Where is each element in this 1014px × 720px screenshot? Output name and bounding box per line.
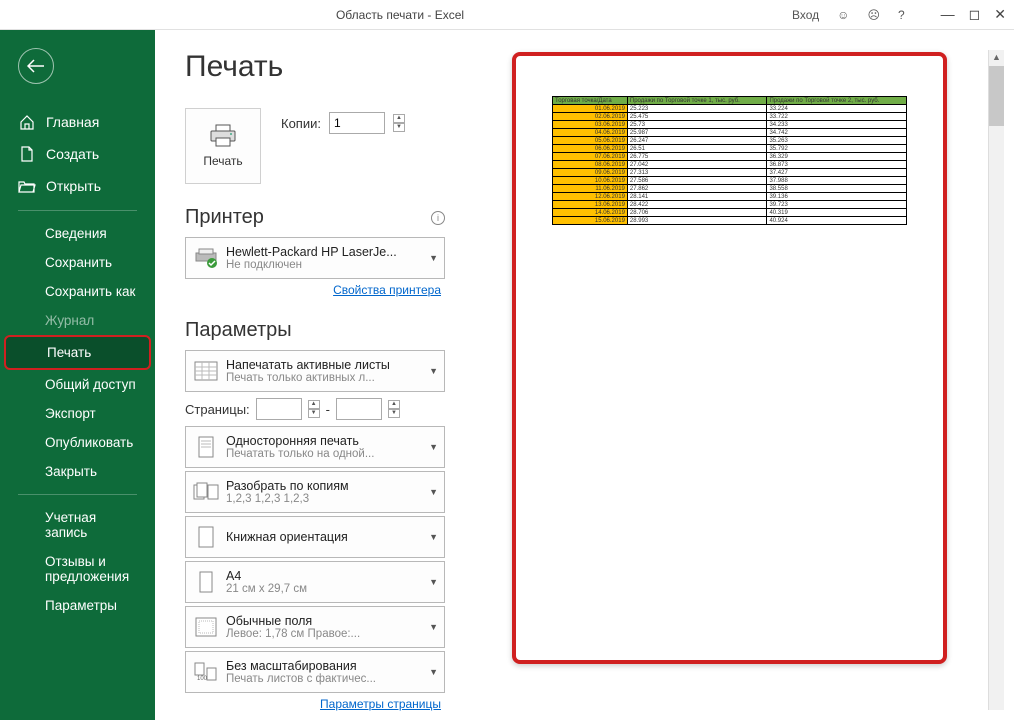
- separator: [18, 210, 137, 211]
- content: Печать Печать Копии: ▲▼: [155, 30, 1014, 720]
- sidebar-item-feedback[interactable]: Отзывы и предложения: [0, 547, 155, 591]
- preview-table: Торговая точка/ДатаПродажи по Торговой т…: [552, 96, 907, 225]
- svg-text:100: 100: [197, 676, 208, 682]
- scroll-thumb[interactable]: [989, 66, 1004, 126]
- copies-input[interactable]: [329, 112, 385, 134]
- sidebar-item-close[interactable]: Закрыть: [0, 457, 155, 486]
- login-link[interactable]: Вход: [792, 8, 819, 22]
- sidebar-item-account[interactable]: Учетная запись: [0, 503, 155, 547]
- titlebar: Область печати - Excel Вход ☺ ☹ ? ― ◻ ✕: [0, 0, 1014, 30]
- duplex-dropdown[interactable]: Односторонняя печать Печатать только на …: [185, 426, 445, 468]
- margins-dropdown[interactable]: Обычные поля Левое: 1,78 см Правое:... ▼: [185, 606, 445, 648]
- margins-icon: [192, 617, 220, 637]
- print-button[interactable]: Печать: [185, 108, 261, 184]
- happy-icon[interactable]: ☺: [837, 8, 849, 22]
- page-from-spinner[interactable]: ▲▼: [308, 400, 320, 418]
- print-range-dropdown[interactable]: Напечатать активные листы Печать только …: [185, 350, 445, 392]
- chevron-down-icon: ▼: [429, 622, 438, 632]
- sidebar-label: Главная: [46, 114, 99, 130]
- chevron-down-icon: ▼: [429, 366, 438, 376]
- printer-properties-link[interactable]: Свойства принтера: [185, 283, 441, 297]
- chevron-down-icon: ▼: [429, 253, 438, 263]
- printer-name: Hewlett-Packard HP LaserJe...: [226, 245, 425, 259]
- sidebar-label: Создать: [46, 146, 99, 162]
- sidebar-item-save[interactable]: Сохранить: [0, 248, 155, 277]
- copies-label: Копии:: [281, 116, 321, 131]
- back-button[interactable]: [18, 48, 54, 84]
- print-settings-column: Печать Печать Копии: ▲▼: [185, 50, 445, 710]
- sheets-icon: [192, 361, 220, 381]
- print-preview: Торговая точка/ДатаПродажи по Торговой т…: [512, 52, 947, 664]
- printer-dropdown[interactable]: Hewlett-Packard HP LaserJe... Не подключ…: [185, 237, 445, 279]
- chevron-down-icon: ▼: [429, 577, 438, 587]
- chevron-down-icon: ▼: [429, 532, 438, 542]
- maximize-button[interactable]: ◻: [969, 6, 981, 23]
- sidebar-item-home[interactable]: Главная: [0, 106, 155, 138]
- sidebar-item-export[interactable]: Экспорт: [0, 399, 155, 428]
- page-from-input[interactable]: [256, 398, 302, 420]
- copies-spinner[interactable]: ▲▼: [393, 114, 405, 132]
- scaling-dropdown[interactable]: 100 Без масштабирования Печать листов с …: [185, 651, 445, 693]
- print-button-label: Печать: [203, 154, 242, 168]
- sad-icon[interactable]: ☹: [867, 8, 880, 22]
- pages-label: Страницы:: [185, 402, 250, 417]
- collate-icon: [192, 482, 220, 502]
- printer-status: Не подключен: [226, 259, 425, 271]
- page-title: Печать: [185, 50, 445, 84]
- info-icon[interactable]: i: [431, 211, 445, 225]
- sidebar-item-info[interactable]: Сведения: [0, 219, 155, 248]
- sidebar-item-print[interactable]: Печать: [4, 335, 151, 370]
- sidebar-label: Открыть: [46, 178, 101, 194]
- sidebar-item-create[interactable]: Создать: [0, 138, 155, 170]
- folder-open-icon: [18, 179, 36, 193]
- preview-area: Торговая точка/ДатаПродажи по Торговой т…: [455, 50, 1004, 710]
- chevron-down-icon: ▼: [429, 442, 438, 452]
- page-single-icon: [192, 436, 220, 458]
- printer-section-title: Принтер: [185, 206, 264, 229]
- minimize-button[interactable]: ―: [941, 6, 955, 23]
- document-icon: [18, 146, 36, 162]
- sidebar: Главная Создать Открыть Сведения Сохрани…: [0, 30, 155, 720]
- home-icon: [18, 114, 36, 130]
- scroll-up-icon[interactable]: ▲: [989, 50, 1004, 64]
- printer-icon: [209, 124, 237, 148]
- page-to-input[interactable]: [336, 398, 382, 420]
- close-button[interactable]: ✕: [994, 6, 1006, 23]
- scale-icon: 100: [192, 662, 220, 682]
- collate-dropdown[interactable]: Разобрать по копиям 1,2,3 1,2,3 1,2,3 ▼: [185, 471, 445, 513]
- help-icon[interactable]: ?: [898, 8, 905, 22]
- sidebar-item-options[interactable]: Параметры: [0, 591, 155, 620]
- chevron-down-icon: ▼: [429, 667, 438, 677]
- sidebar-item-history: Журнал: [0, 306, 155, 335]
- separator: [18, 494, 137, 495]
- params-section-title: Параметры: [185, 319, 292, 342]
- page-to-spinner[interactable]: ▲▼: [388, 400, 400, 418]
- orientation-dropdown[interactable]: Книжная ориентация ▼: [185, 516, 445, 558]
- page-setup-link[interactable]: Параметры страницы: [185, 697, 441, 711]
- sidebar-item-saveas[interactable]: Сохранить как: [0, 277, 155, 306]
- page-size-icon: [192, 571, 220, 593]
- printer-status-icon: [192, 248, 220, 268]
- main: Главная Создать Открыть Сведения Сохрани…: [0, 30, 1014, 720]
- arrow-left-icon: [27, 59, 45, 73]
- window-title: Область печати - Excel: [8, 8, 792, 22]
- sidebar-item-open[interactable]: Открыть: [0, 170, 155, 202]
- chevron-down-icon: ▼: [429, 487, 438, 497]
- portrait-icon: [192, 526, 220, 548]
- sidebar-item-publish[interactable]: Опубликовать: [0, 428, 155, 457]
- papersize-dropdown[interactable]: A4 21 см x 29,7 см ▼: [185, 561, 445, 603]
- sidebar-item-share[interactable]: Общий доступ: [0, 370, 155, 399]
- pages-separator: -: [326, 402, 330, 417]
- vertical-scrollbar[interactable]: ▲: [988, 50, 1004, 710]
